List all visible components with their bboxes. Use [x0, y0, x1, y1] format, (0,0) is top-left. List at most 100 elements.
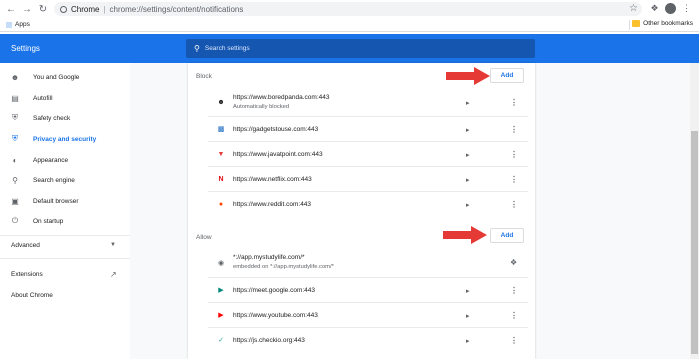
sidebar-item-label: Privacy and security — [33, 135, 97, 143]
globe-icon: ◉ — [217, 260, 225, 267]
browser-toolbar: ← → ↻ Chrome | chrome://settings/content… — [0, 0, 699, 18]
scrollbar[interactable] — [690, 63, 699, 359]
sidebar-item-safety-check[interactable]: ⛨ Safety check — [0, 109, 130, 127]
other-bookmarks[interactable]: Other bookmarks — [632, 20, 693, 27]
sidebar-item-label: Safety check — [33, 114, 71, 122]
extension-puzzle-icon[interactable]: ❖ — [510, 258, 517, 267]
block-add-button[interactable]: Add — [490, 68, 524, 83]
sidebar-item-on-startup[interactable]: ⏻ On startup — [0, 212, 130, 230]
more-actions-icon[interactable]: ⋮ — [510, 336, 518, 345]
search-icon: ⚲ — [12, 175, 18, 185]
sidebar-divider — [0, 258, 130, 259]
more-actions-icon[interactable]: ⋮ — [510, 150, 518, 159]
sidebar: ☻ You and Google ▤ Autofill ⛨ Safety che… — [0, 63, 130, 359]
power-icon: ⏻ — [11, 216, 19, 225]
menu-kebab-icon[interactable]: ⋮ — [680, 2, 693, 15]
sidebar-item-default-browser[interactable]: ▣ Default browser — [0, 192, 130, 210]
forward-icon[interactable]: → — [20, 2, 34, 16]
search-box[interactable]: ⚲ — [186, 39, 535, 58]
site-url: https://www.boredpanda.com:443 — [233, 94, 330, 101]
sidebar-item-label: Appearance — [33, 156, 69, 164]
sidebar-extensions[interactable]: Extensions ↗ — [0, 265, 130, 283]
other-bookmarks-label: Other bookmarks — [643, 20, 693, 27]
url-text: chrome://settings/content/notifications — [109, 4, 244, 14]
address-bar[interactable]: Chrome | chrome://settings/content/notif… — [54, 2, 642, 16]
bookmark-star-icon[interactable]: ☆ — [629, 3, 638, 14]
red-arrow-annotation-allow — [443, 226, 487, 244]
more-actions-icon[interactable]: ⋮ — [510, 311, 518, 320]
site-url: https://gadgetstouse.com:443 — [233, 126, 319, 133]
gadgets-icon: ▩ — [217, 126, 225, 133]
bookmarks-divider — [629, 20, 630, 30]
chevron-right-icon[interactable]: ▸ — [466, 176, 470, 184]
chevron-right-icon[interactable]: ▸ — [466, 287, 470, 295]
block-site-row[interactable]: ▩ https://gadgetstouse.com:443 ▸ ⋮ — [208, 116, 528, 140]
more-actions-icon[interactable]: ⋮ — [510, 98, 518, 107]
more-actions-icon[interactable]: ⋮ — [510, 200, 518, 209]
sidebar-item-label: You and Google — [33, 73, 80, 81]
extensions-label: Extensions — [11, 270, 43, 278]
search-icon: ⚲ — [194, 44, 200, 53]
allow-site-row[interactable]: ▶ https://meet.google.com:443 ▸ ⋮ — [208, 277, 528, 301]
sidebar-item-privacy-and-security[interactable]: ⛨ Privacy and security — [0, 130, 130, 148]
chrome-logo-icon — [60, 5, 67, 13]
chevron-right-icon[interactable]: ▸ — [466, 201, 470, 209]
person-icon: ☻ — [10, 72, 20, 82]
block-site-row[interactable]: ☻ https://www.boredpanda.com:443 Automat… — [208, 90, 528, 116]
sidebar-item-label: Default browser — [33, 197, 79, 205]
block-site-row[interactable]: ▼ https://www.javatpoint.com:443 ▸ ⋮ — [208, 141, 528, 165]
back-icon[interactable]: ← — [4, 2, 18, 16]
browser-icon: ▣ — [11, 196, 19, 206]
site-url: *://app.mystudylife.com/* — [233, 254, 305, 261]
apps-grid-icon — [6, 21, 12, 28]
shield-icon: ⛨ — [12, 134, 18, 143]
chevron-right-icon[interactable]: ▸ — [466, 337, 470, 345]
netflix-icon: N — [218, 175, 224, 183]
site-url: https://js.checkio.org:443 — [233, 337, 305, 344]
sidebar-item-you-and-google[interactable]: ☻ You and Google — [0, 68, 130, 86]
chevron-right-icon[interactable]: ▸ — [466, 312, 470, 320]
sidebar-item-autofill[interactable]: ▤ Autofill — [0, 89, 130, 107]
youtube-icon: ▶ — [218, 312, 224, 319]
block-section-title: Block — [196, 73, 212, 80]
reload-icon[interactable]: ↻ — [36, 2, 50, 16]
site-embedded-on: embedded on *://app.mystudylife.com/* — [233, 264, 334, 270]
shield-check-icon: ⛨ — [12, 113, 18, 122]
scrollbar-thumb[interactable] — [691, 131, 698, 354]
open-in-new-icon: ↗ — [110, 269, 117, 279]
profile-avatar[interactable] — [664, 2, 677, 15]
allow-site-row[interactable]: ▶ https://www.youtube.com:443 ▸ ⋮ — [208, 302, 528, 326]
extensions-puzzle-icon[interactable]: ❖ — [648, 2, 661, 15]
apps-shortcut[interactable]: Apps — [6, 21, 30, 28]
site-status: Automatically blocked — [233, 104, 290, 110]
reddit-icon: ● — [218, 200, 224, 208]
address-separator: | — [103, 4, 106, 14]
sidebar-item-appearance[interactable]: ◐ Appearance — [0, 151, 130, 169]
block-site-row[interactable]: N https://www.netflix.com:443 ▸ ⋮ — [208, 166, 528, 190]
folder-icon — [632, 20, 641, 27]
site-url: https://www.javatpoint.com:443 — [233, 151, 323, 158]
more-actions-icon[interactable]: ⋮ — [510, 125, 518, 134]
chevron-right-icon[interactable]: ▸ — [466, 151, 470, 159]
site-name: Chrome — [71, 4, 100, 14]
allow-site-row[interactable]: ◉ *://app.mystudylife.com/* embedded on … — [208, 250, 528, 277]
sidebar-about-chrome[interactable]: About Chrome — [0, 286, 130, 304]
javatpoint-icon: ▼ — [217, 150, 225, 158]
more-actions-icon[interactable]: ⋮ — [510, 286, 518, 295]
allow-add-button[interactable]: Add — [490, 228, 524, 243]
red-arrow-annotation-block — [446, 67, 490, 85]
checkio-icon: ✓ — [218, 337, 224, 344]
site-url: https://meet.google.com:443 — [233, 287, 316, 294]
search-input[interactable] — [204, 45, 505, 52]
bookmarks-bar: Apps Other bookmarks — [0, 18, 699, 32]
chevron-right-icon[interactable]: ▸ — [466, 126, 470, 134]
advanced-label: Advanced — [11, 241, 40, 249]
block-site-row[interactable]: ● https://www.reddit.com:443 ▸ ⋮ — [208, 191, 528, 215]
more-actions-icon[interactable]: ⋮ — [510, 175, 518, 184]
sidebar-advanced[interactable]: Advanced ▼ — [0, 236, 130, 254]
meet-icon: ▶ — [218, 287, 224, 294]
sidebar-item-search-engine[interactable]: ⚲ Search engine — [0, 171, 130, 189]
allow-site-row[interactable]: ✓ https://js.checkio.org:443 ▸ ⋮ — [208, 327, 528, 351]
chevron-right-icon[interactable]: ▸ — [466, 99, 470, 107]
clipboard-icon: ▤ — [11, 93, 19, 103]
